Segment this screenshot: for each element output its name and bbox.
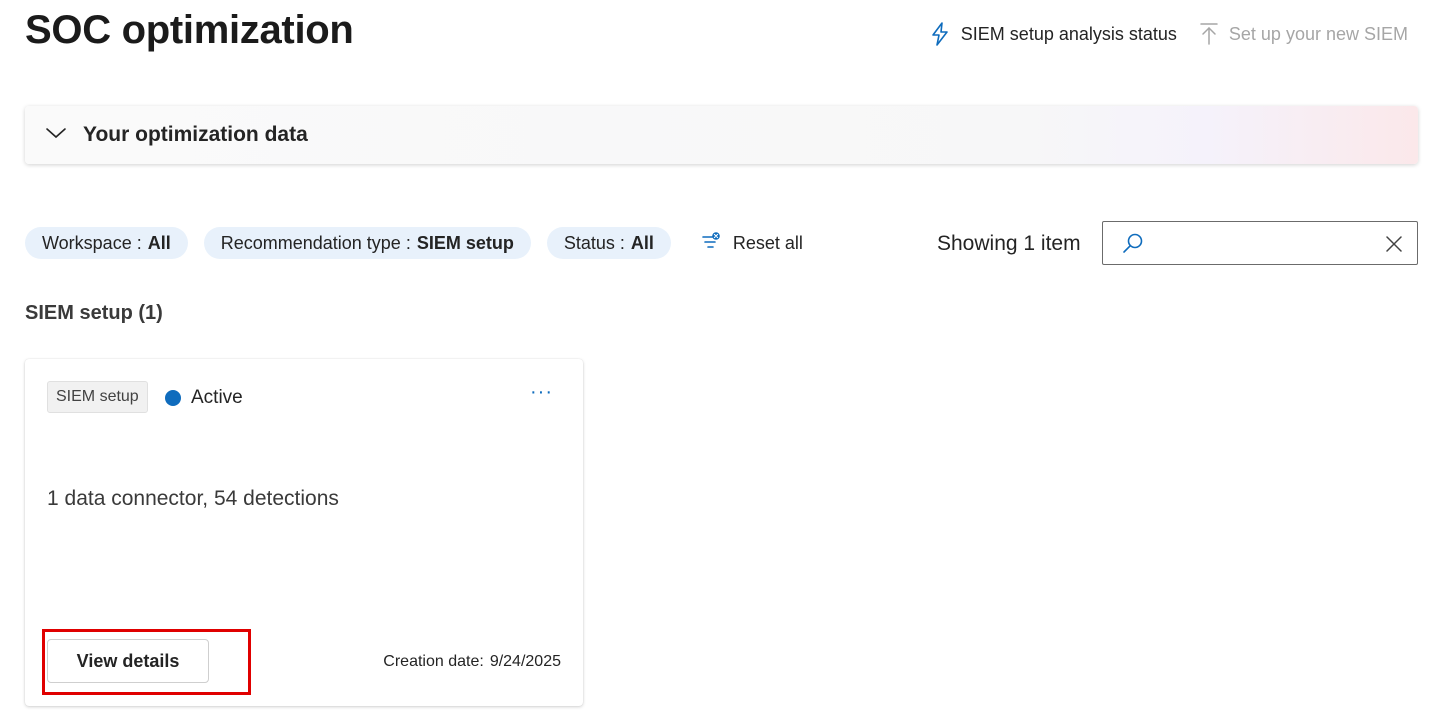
optimization-data-panel[interactable]: Your optimization data <box>25 106 1418 164</box>
arrow-up-icon <box>1199 22 1219 46</box>
status-label: Active <box>191 387 243 408</box>
filter-label: Workspace : <box>42 232 142 253</box>
chevron-down-icon <box>45 126 67 145</box>
filter-value: All <box>147 232 171 253</box>
close-icon[interactable] <box>1385 235 1403 258</box>
search-icon <box>1121 232 1145 261</box>
status-indicator: Active <box>165 387 243 409</box>
recommendation-card: SIEM setup Active ··· 1 data connector, … <box>25 359 583 706</box>
siem-setup-analysis-status-label: SIEM setup analysis status <box>960 23 1177 44</box>
set-up-new-siem-label: Set up your new SIEM <box>1228 23 1408 44</box>
search-box[interactable] <box>1102 221 1418 265</box>
creation-date-value: 9/24/2025 <box>489 653 561 670</box>
siem-setup-analysis-status-button[interactable]: SIEM setup analysis status <box>929 22 1177 46</box>
showing-count: Showing 1 item <box>937 232 1081 255</box>
top-actions: SIEM setup analysis status Set up your n… <box>929 22 1408 46</box>
search-input[interactable] <box>1153 228 1377 260</box>
filter-value: SIEM setup <box>416 232 514 253</box>
workspace-filter-pill[interactable]: Workspace : All <box>25 227 188 259</box>
set-up-new-siem-button[interactable]: Set up your new SIEM <box>1199 22 1408 46</box>
status-dot-icon <box>165 390 181 406</box>
creation-date: Creation date: 9/24/2025 <box>383 653 561 671</box>
optimization-data-title: Your optimization data <box>83 123 308 146</box>
page-title: SOC optimization <box>25 8 354 52</box>
type-tag: SIEM setup <box>47 381 148 413</box>
section-heading: SIEM setup (1) <box>25 302 163 324</box>
filter-reset-icon <box>701 231 721 256</box>
reset-all-label: Reset all <box>732 232 803 253</box>
recommendation-type-filter-pill[interactable]: Recommendation type : SIEM setup <box>203 227 531 259</box>
filter-label: Recommendation type : <box>220 232 411 253</box>
soc-optimization-page: SOC optimization SIEM setup analysis sta… <box>0 0 1444 719</box>
reset-all-button[interactable]: Reset all <box>701 231 803 256</box>
more-options-icon[interactable]: ··· <box>530 381 553 404</box>
card-description: 1 data connector, 54 detections <box>47 487 339 510</box>
lightning-icon <box>929 22 951 46</box>
filter-value: All <box>630 232 654 253</box>
status-filter-pill[interactable]: Status : All <box>546 227 671 259</box>
filter-label: Status : <box>563 232 625 253</box>
filter-bar: Workspace : All Recommendation type : SI… <box>25 227 803 259</box>
view-details-button[interactable]: View details <box>47 639 209 683</box>
creation-date-label: Creation date: <box>383 653 484 670</box>
